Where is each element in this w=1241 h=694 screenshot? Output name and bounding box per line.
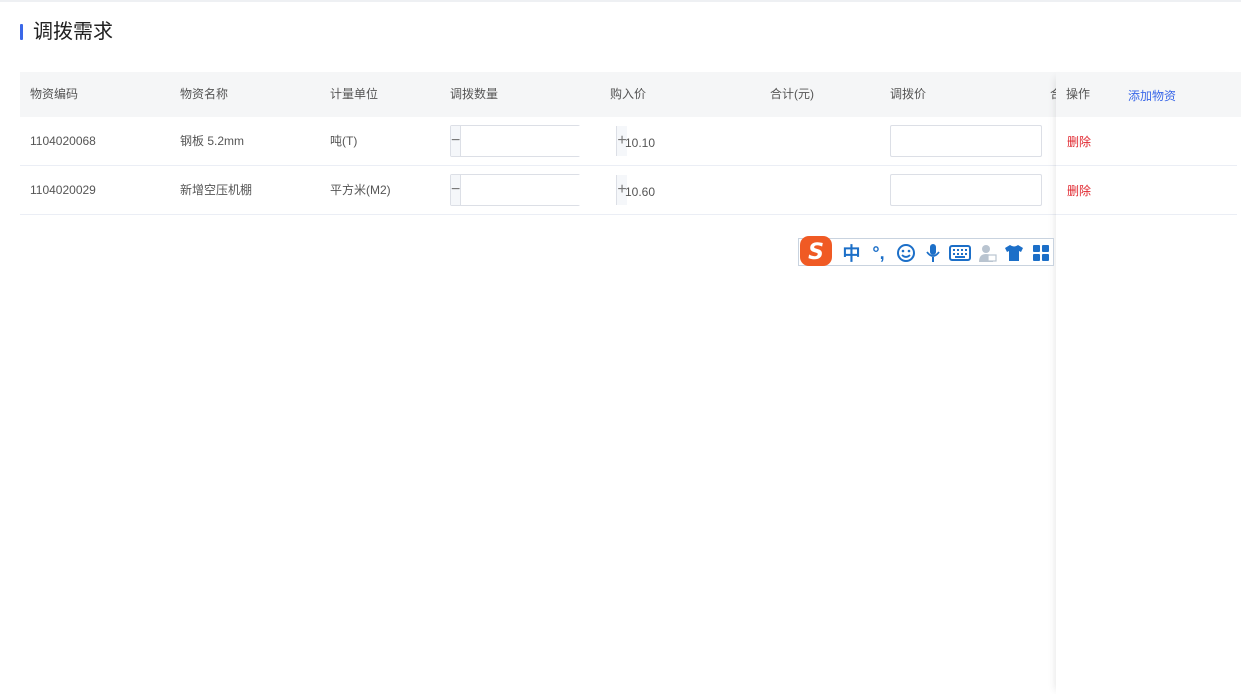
- quantity-input[interactable]: [461, 126, 617, 156]
- emoji-icon[interactable]: [892, 240, 919, 266]
- toolbox-icon[interactable]: [1027, 240, 1054, 266]
- cell-name: 钢板 5.2mm: [180, 134, 245, 148]
- microphone-icon[interactable]: [919, 240, 946, 266]
- cell-code: 1104020029: [30, 183, 96, 197]
- decrement-button[interactable]: −: [451, 175, 462, 205]
- quantity-stepper: − +: [450, 174, 627, 206]
- cell-purchase-price: 10.60: [625, 185, 656, 199]
- punctuation-icon[interactable]: °,: [865, 240, 892, 266]
- user-icon[interactable]: [973, 240, 1000, 266]
- page-title-text: 调拨需求: [33, 21, 113, 43]
- decrement-button[interactable]: −: [451, 126, 462, 156]
- operation-row: 删除: [1056, 117, 1237, 166]
- header-transfer-price: 调拨价: [890, 87, 927, 101]
- quantity-stepper: − +: [450, 125, 627, 157]
- table-row: 1104020029 新增空压机棚 平方米(M2) − + 10.60: [20, 166, 1237, 215]
- header-name: 物资名称: [180, 87, 229, 101]
- sogou-logo-icon[interactable]: S: [798, 234, 834, 268]
- skin-icon[interactable]: [1000, 240, 1027, 266]
- page-title: 调拨需求: [20, 20, 113, 44]
- operation-row: 删除: [1056, 166, 1237, 215]
- cell-code: 1104020068: [30, 134, 96, 148]
- ime-icon-group: 中 °,: [838, 240, 1054, 266]
- header-total: 合计(元): [770, 87, 814, 101]
- header-quantity: 调拨数量: [450, 87, 499, 101]
- quantity-input[interactable]: [461, 175, 617, 205]
- cell-name: 新增空压机棚: [180, 183, 253, 197]
- chinese-mode-icon[interactable]: 中: [838, 240, 865, 266]
- delete-link[interactable]: 删除: [1067, 167, 1091, 215]
- delete-link[interactable]: 删除: [1067, 118, 1091, 166]
- title-accent-bar: [20, 24, 23, 40]
- keyboard-icon[interactable]: [946, 240, 973, 266]
- operation-header: 操作 添加物资: [1056, 72, 1241, 117]
- transfer-table: 物资编码 物资名称 计量单位 调拨数量 购入价 合计(元) 调拨价 合 1104…: [20, 72, 1237, 215]
- header-unit: 计量单位: [330, 87, 379, 101]
- cell-unit: 吨(T): [330, 134, 358, 148]
- cell-unit: 平方米(M2): [330, 183, 391, 197]
- operation-header-label: 操作: [1066, 87, 1091, 101]
- transfer-price-input[interactable]: [890, 125, 1042, 157]
- cell-purchase-price: 10.10: [625, 136, 656, 150]
- fixed-operation-column: 操作 添加物资 删除 删除: [1056, 72, 1241, 694]
- table-header: 物资编码 物资名称 计量单位 调拨数量 购入价 合计(元) 调拨价 合: [20, 72, 1237, 117]
- page: 调拨需求 物资编码 物资名称 计量单位 调拨数量 购入价 合计(元) 调拨价 合…: [0, 0, 1241, 694]
- header-purchase-price: 购入价: [610, 87, 647, 101]
- transfer-price-input[interactable]: [890, 174, 1042, 206]
- add-material-link[interactable]: 添加物资: [1128, 74, 1176, 119]
- table-row: 1104020068 钢板 5.2mm 吨(T) − + 10.10: [20, 117, 1237, 166]
- header-code: 物资编码: [30, 87, 79, 101]
- svg-text:S: S: [808, 240, 824, 265]
